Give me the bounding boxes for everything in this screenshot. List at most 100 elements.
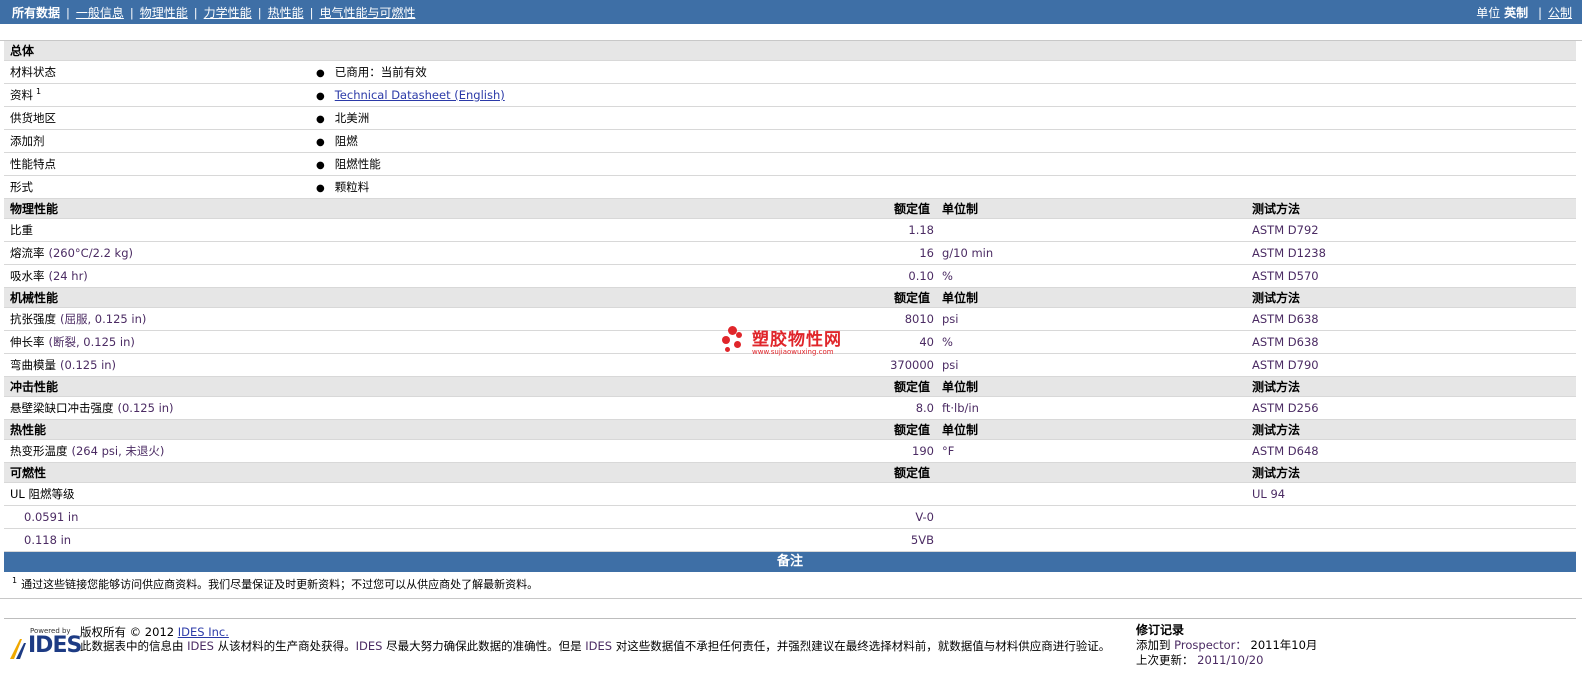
spacer xyxy=(0,24,1582,41)
bullet-icon: ● xyxy=(316,160,325,171)
bullet-icon: ● xyxy=(316,137,325,148)
unit-header: 单位制 xyxy=(936,198,1246,219)
tab-1[interactable]: 一般信息 xyxy=(76,6,124,20)
nominal-header: 额定值 xyxy=(310,419,936,440)
section-header: 物理性能 额定值 单位制 测试方法 xyxy=(4,198,1577,219)
test-method: ASTM D638 xyxy=(1246,330,1577,354)
ides-logo-icon xyxy=(10,639,26,659)
watermark-logo: 塑胶物性网 www.sujiaowuxing.com xyxy=(722,324,862,358)
section-title: 可燃性 xyxy=(4,462,310,483)
property-row: 吸水率 (24 hr) 0.10% ASTM D570 xyxy=(4,264,1577,288)
property-row: 0.118 in 5VB xyxy=(4,528,1577,552)
section-title: 总体 xyxy=(4,41,1577,61)
section-title: 冲击性能 xyxy=(4,376,310,397)
property-value: ● 颗粒料 xyxy=(310,175,1577,199)
tab-3[interactable]: 力学性能 xyxy=(204,6,252,20)
property-label: 材料状态 xyxy=(4,60,310,84)
footer-text: 版权所有 © 2012 IDES Inc. 此数据表中的信息由 IDES 从该材… xyxy=(80,625,1111,653)
unit-value xyxy=(936,218,1246,242)
general-row: 资料 1 ● Technical Datasheet (English) xyxy=(4,83,1577,107)
unit-header xyxy=(936,462,1246,483)
bullet-icon: ● xyxy=(316,183,325,194)
unit-value: g/10 min xyxy=(936,241,1246,265)
note-text: 1 通过这些链接您能够访问供应商资料。我们尽量保证及时更新资料；不过您可以从供应商… xyxy=(0,572,1582,599)
test-method: ASTM D638 xyxy=(1246,307,1577,331)
nominal-header: 额定值 xyxy=(310,376,936,397)
test-method: ASTM D790 xyxy=(1246,353,1577,377)
revision-history: 修订记录 添加到 Prospector： 2011年10月 上次更新： 2011… xyxy=(1136,623,1318,667)
nominal-value: 16 xyxy=(310,241,936,265)
property-label: 添加剂 xyxy=(4,129,310,153)
nominal-header: 额定值 xyxy=(310,462,936,483)
property-label: 抗张强度 (屈服, 0.125 in) xyxy=(4,307,310,331)
method-header: 测试方法 xyxy=(1246,376,1577,397)
nominal-value: 5VB xyxy=(310,528,936,552)
footer: Powered by IDES 版权所有 © 2012 IDES Inc. 此数… xyxy=(4,618,1576,679)
property-value: ● 已商用：当前有效 xyxy=(310,60,1577,84)
test-method: ASTM D648 xyxy=(1246,439,1577,463)
general-row: 供货地区 ● 北美洲 xyxy=(4,106,1577,130)
property-value: ● 北美洲 xyxy=(310,106,1577,130)
test-method: ASTM D570 xyxy=(1246,264,1577,288)
tab-5[interactable]: 电气性能与可燃性 xyxy=(319,6,415,20)
section-header: 热性能 额定值 单位制 测试方法 xyxy=(4,419,1577,440)
general-row: 性能特点 ● 阻燃性能 xyxy=(4,152,1577,176)
property-value: ● 阻燃性能 xyxy=(310,152,1577,176)
property-label: 吸水率 (24 hr) xyxy=(4,264,310,288)
property-label: 形式 xyxy=(4,175,310,199)
section-title: 物理性能 xyxy=(4,198,310,219)
method-header: 测试方法 xyxy=(1246,419,1577,440)
nominal-value: 190 xyxy=(310,439,936,463)
property-label: 0.118 in xyxy=(4,528,310,552)
property-row: UL 阻燃等级 UL 94 xyxy=(4,482,1577,506)
notes-header: 备注 xyxy=(4,552,1576,572)
unit-metric-link[interactable]: 公制 xyxy=(1548,6,1572,20)
property-value: ● 阻燃 xyxy=(310,129,1577,153)
bullet-icon: ● xyxy=(316,114,325,125)
test-method xyxy=(1246,528,1577,552)
unit-value: ft·lb/in xyxy=(936,396,1246,420)
property-label: 熔流率 (260°C/2.2 kg) xyxy=(4,241,310,265)
property-label: 弯曲模量 (0.125 in) xyxy=(4,353,310,377)
property-row: 熔流率 (260°C/2.2 kg) 16 g/10 min ASTM D1238 xyxy=(4,241,1577,265)
nominal-value: 8.0 xyxy=(310,396,936,420)
bullet-icon: ● xyxy=(316,91,325,102)
section-title: 热性能 xyxy=(4,419,310,440)
nav-tabs: 所有数据 | 一般信息 | 物理性能 | 力学性能 | 热性能 | 电气性能与可燃性 xyxy=(12,5,416,20)
top-nav-bar: 所有数据 | 一般信息 | 物理性能 | 力学性能 | 热性能 | 电气性能与可燃性 单位 英制 |… xyxy=(0,0,1582,24)
property-label: 供货地区 xyxy=(4,106,310,130)
unit-header: 单位制 xyxy=(936,287,1246,308)
datasheet-table: 总体 材料状态 ● 已商用：当前有效 资料 1 ● Technical Datasheet (… xyxy=(4,41,1577,552)
general-row: 添加剂 ● 阻燃 xyxy=(4,129,1577,153)
unit-header: 单位制 xyxy=(936,419,1246,440)
property-label: 悬壁梁缺口冲击强度 (0.125 in) xyxy=(4,396,310,420)
section-title: 机械性能 xyxy=(4,287,310,308)
section-header: 机械性能 额定值 单位制 测试方法 xyxy=(4,287,1577,308)
datasheet-link[interactable]: Technical Datasheet (English) xyxy=(335,88,505,102)
general-row: 形式 ● 颗粒料 xyxy=(4,175,1577,199)
bullet-icon: ● xyxy=(316,68,325,79)
property-label: 资料 1 xyxy=(4,83,310,107)
unit-value xyxy=(936,528,1246,552)
nominal-header: 额定值 xyxy=(310,198,936,219)
unit-value: °F xyxy=(936,439,1246,463)
unit-value xyxy=(936,505,1246,529)
tab-2[interactable]: 物理性能 xyxy=(140,6,188,20)
nominal-value: 0.10 xyxy=(310,264,936,288)
property-row: 热变形温度 (264 psi, 未退火) 190 °F ASTM D648 xyxy=(4,439,1577,463)
unit-switcher: 单位 英制 | 公制 xyxy=(1476,5,1572,20)
section-header-general: 总体 xyxy=(4,41,1577,61)
watermark-title: 塑胶物性网 xyxy=(752,330,842,350)
property-label: 比重 xyxy=(4,218,310,242)
test-method: UL 94 xyxy=(1246,482,1577,506)
ides-logo: Powered by IDES xyxy=(8,627,82,663)
tab-4[interactable]: 热性能 xyxy=(268,6,304,20)
tab-0[interactable]: 所有数据 xyxy=(12,6,60,20)
unit-value: % xyxy=(936,330,1246,354)
method-header: 测试方法 xyxy=(1246,462,1577,483)
nominal-value: 1.18 xyxy=(310,218,936,242)
unit-value xyxy=(936,482,1246,506)
property-label: 伸长率 (断裂, 0.125 in) xyxy=(4,330,310,354)
property-row: 0.0591 in V-0 xyxy=(4,505,1577,529)
ides-inc-link[interactable]: IDES Inc. xyxy=(178,625,229,639)
